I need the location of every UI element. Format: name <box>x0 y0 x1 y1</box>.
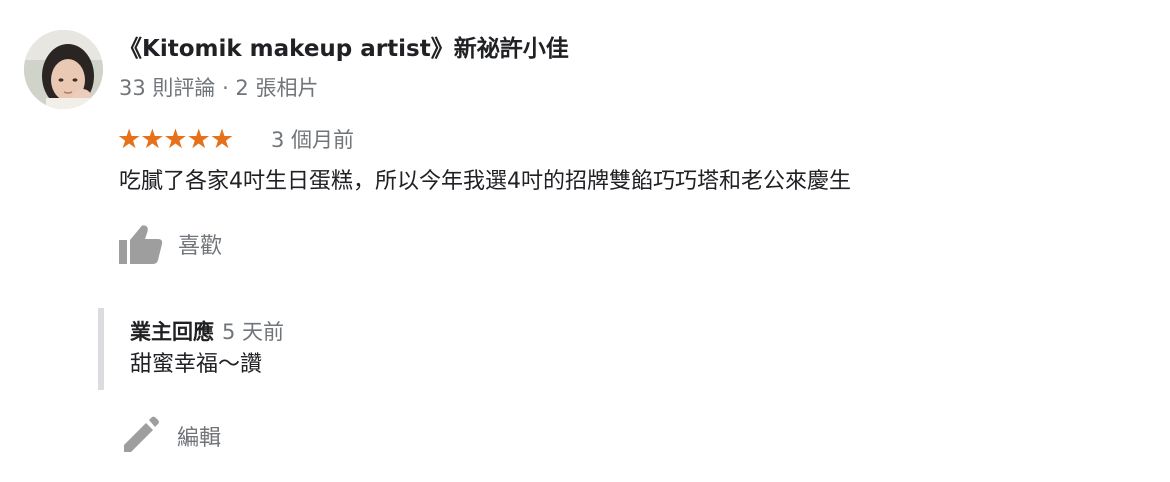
thumbs-up-icon <box>119 225 163 264</box>
owner-reply-text: 甜蜜幸福～讚 <box>130 352 263 377</box>
edit-label: 編輯 <box>177 426 222 451</box>
owner-reply-header: 業主回應 5 天前 <box>130 317 284 349</box>
review-date: 3 個月前 <box>271 128 355 152</box>
review-text: 吃膩了各家4吋生日蛋糕，所以今年我選4吋的招牌雙餡巧巧塔和老公來慶生 <box>119 169 851 194</box>
owner-reply-date: 5 天前 <box>222 320 285 344</box>
pencil-icon <box>124 416 159 452</box>
owner-reply: 業主回應 5 天前 甜蜜幸福～讚 <box>98 308 284 390</box>
owner-reply-title: 業主回應 <box>130 320 214 344</box>
reviewer-avatar[interactable] <box>24 30 103 109</box>
like-label: 喜歡 <box>178 234 223 259</box>
edit-button[interactable]: 編輯 <box>120 414 221 458</box>
like-button[interactable]: 喜歡 <box>118 222 222 266</box>
reviewer-name[interactable]: 《Kitomik makeup artist》新祕許小佳 <box>119 33 569 65</box>
star-rating: ★★★★★ <box>117 124 234 155</box>
avatar-photo <box>24 30 103 109</box>
reviewer-meta[interactable]: 33 則評論 · 2 張相片 <box>119 73 318 103</box>
